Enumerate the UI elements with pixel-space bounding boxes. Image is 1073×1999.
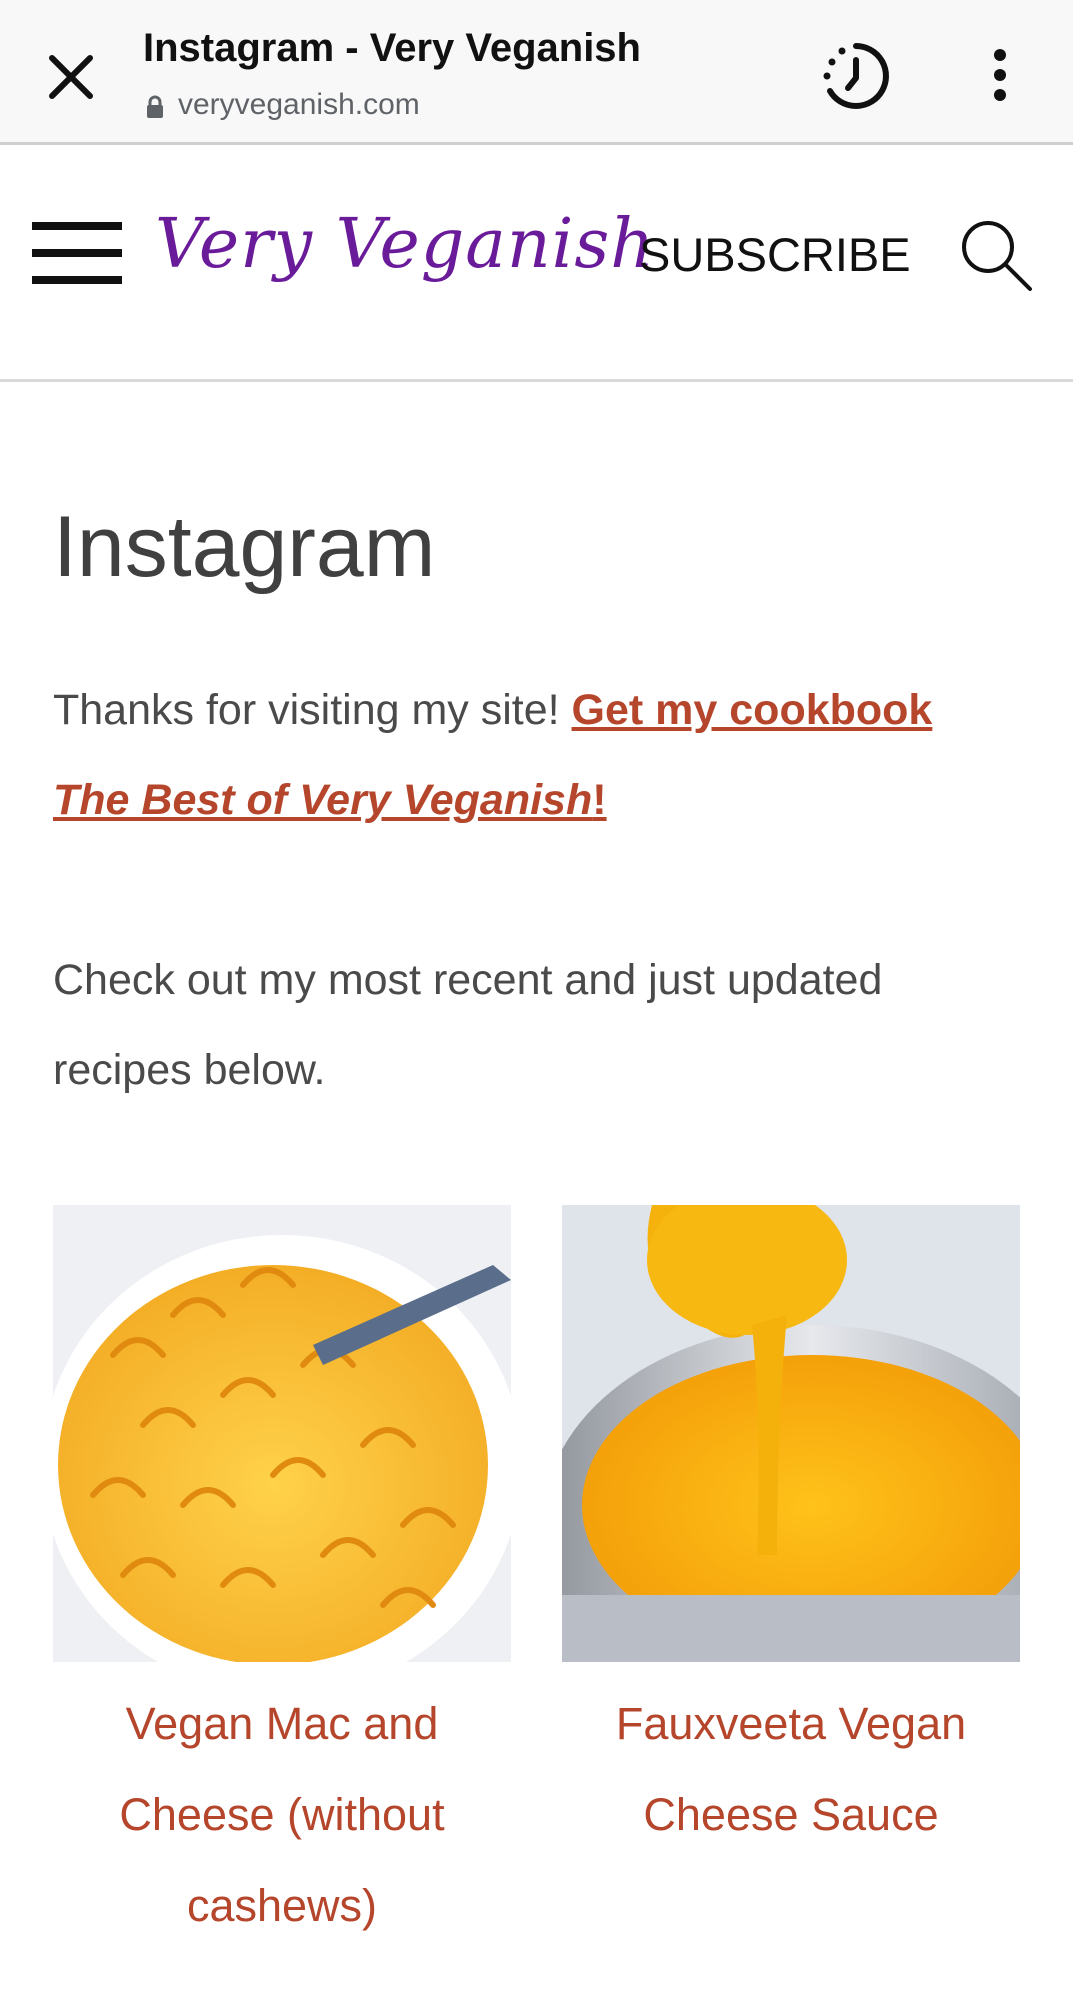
page-heading: Instagram (53, 498, 436, 595)
page-title-toolbar: Instagram - Very Veganish (143, 26, 641, 70)
intro-paragraph: Thanks for visiting my site! Get my cook… (53, 665, 1013, 845)
site-logo[interactable]: Very Veganish (155, 205, 655, 284)
cheese-sauce-image[interactable] (562, 1205, 1020, 1662)
lock-icon (146, 93, 164, 118)
url-text: veryveganish.com (178, 88, 420, 121)
recipe-card[interactable]: Fauxveeta Vegan Cheese Sauce (562, 1205, 1020, 1860)
custom-tab-toolbar: Instagram - Very Veganish veryveganish.c… (0, 0, 1073, 145)
site-header: Very Veganish SUBSCRIBE (0, 145, 1073, 382)
intro-text: Thanks for visiting my site! (53, 686, 572, 734)
mac-and-cheese-image[interactable] (53, 1205, 511, 1662)
subscribe-link[interactable]: SUBSCRIBE (639, 227, 911, 282)
recipe-title[interactable]: Fauxveeta Vegan Cheese Sauce (562, 1678, 1020, 1860)
search-icon[interactable] (958, 217, 1033, 292)
hamburger-menu-icon[interactable] (32, 222, 122, 284)
recent-paragraph: Check out my most recent and just update… (53, 956, 883, 1094)
close-icon[interactable] (40, 42, 102, 104)
recipe-card[interactable]: Vegan Mac and Cheese (without cashews) (53, 1205, 511, 1951)
more-options-icon[interactable] (985, 44, 1015, 106)
url-display[interactable]: veryveganish.com (146, 88, 420, 122)
recipe-title[interactable]: Vegan Mac and Cheese (without cashews) (53, 1678, 511, 1951)
history-icon[interactable] (818, 38, 894, 114)
